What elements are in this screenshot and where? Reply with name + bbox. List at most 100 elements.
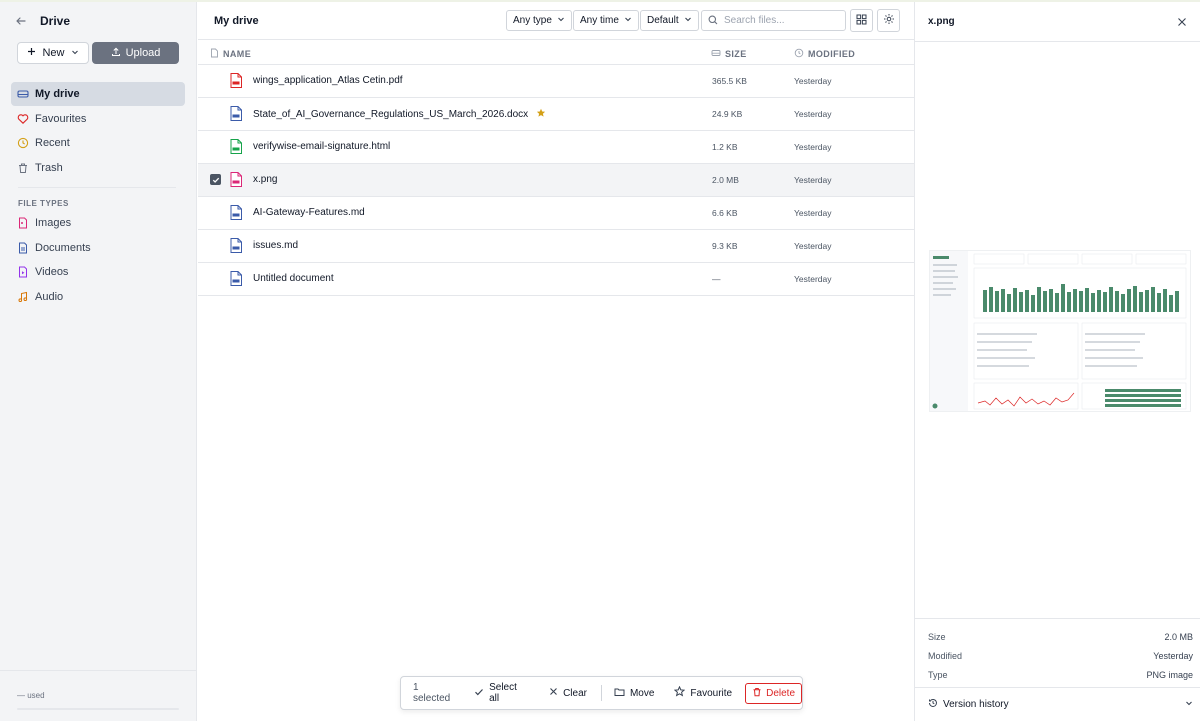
time-filter-label: Any time	[580, 15, 619, 26]
file-name-text: Untitled document	[253, 273, 334, 284]
sidebar-item-label: My drive	[35, 88, 80, 100]
file-name-text: issues.md	[253, 240, 299, 251]
move-label: Move	[629, 687, 655, 699]
file-row[interactable]: issues.md 9.3 KB Yesterday	[198, 230, 914, 263]
selection-count: 1 selected	[413, 682, 451, 704]
sidebar-item-images[interactable]: Images	[11, 211, 185, 235]
sidebar-nav: My drive Favourites Recent Trash	[11, 82, 185, 180]
file-types-heading: FILE TYPES	[18, 199, 69, 208]
dashboard-screenshot-thumbnail	[930, 251, 1190, 411]
file-row[interactable]: Untitled document — Yesterday	[198, 263, 914, 296]
file-name-text: verifywise-email-signature.html	[253, 141, 391, 152]
file-size: 365.5 KB	[712, 76, 747, 86]
plus-icon	[27, 47, 36, 59]
size-column-header[interactable]: SIZE	[711, 48, 747, 60]
file-name-text: x.png	[253, 174, 278, 185]
file-name: verifywise-email-signature.html	[253, 141, 390, 152]
file-row[interactable]: State_of_AI_Governance_Regulations_US_Ma…	[198, 98, 914, 131]
sidebar-item-recent[interactable]: Recent	[11, 131, 185, 155]
file-row[interactable]: AI-Gateway-Features.md 6.6 KB Yesterday	[198, 197, 914, 230]
file-name: x.png	[253, 174, 277, 185]
name-column-label: NAME	[223, 49, 252, 59]
sidebar-item-trash[interactable]: Trash	[11, 156, 185, 180]
details-divider	[915, 618, 1200, 619]
sort-label: Default	[647, 15, 679, 26]
file-modified: Yesterday	[794, 142, 832, 152]
sidebar-footer-divider	[0, 670, 197, 671]
back-arrow-icon[interactable]	[14, 14, 28, 28]
meta-row-type: Type PNG image	[928, 670, 1193, 680]
modified-column-header[interactable]: MODIFIED	[794, 48, 855, 60]
type-filter-dropdown[interactable]: Any type	[506, 10, 572, 31]
main-toolbar: My drive Any type Any time Default	[198, 2, 914, 40]
row-checkbox[interactable]	[210, 174, 221, 185]
version-history-toggle[interactable]: Version history	[928, 698, 1193, 711]
file-name-text: wings_application_Atlas Cetin.pdf	[253, 75, 403, 86]
file-size: —	[712, 274, 721, 284]
meta-row-modified: Modified Yesterday	[928, 651, 1193, 661]
search-input[interactable]	[724, 15, 834, 26]
document-file-icon	[17, 242, 29, 254]
file-size: 9.3 KB	[712, 241, 738, 251]
name-column-header[interactable]: NAME	[210, 48, 251, 60]
file-name-text: State_of_AI_Governance_Regulations_US_Ma…	[253, 109, 529, 120]
settings-button[interactable]	[877, 9, 900, 32]
chevron-down-icon	[624, 15, 632, 26]
grid-view-button[interactable]	[850, 9, 873, 32]
file-row[interactable]: verifywise-email-signature.html 1.2 KB Y…	[198, 131, 914, 164]
chevron-down-icon	[71, 47, 79, 59]
new-button-label: New	[42, 47, 65, 59]
version-history-label: Version history	[943, 699, 1009, 710]
sidebar-item-label: Documents	[35, 241, 91, 254]
sidebar: Drive New Upload My drive Favourites Rec…	[0, 2, 197, 721]
sidebar-divider	[18, 187, 176, 188]
md-file-icon	[230, 238, 242, 253]
folder-icon	[614, 687, 625, 700]
clock-icon	[17, 137, 29, 149]
trash-icon	[752, 687, 762, 700]
file-row[interactable]: wings_application_Atlas Cetin.pdf 365.5 …	[198, 65, 914, 98]
image-preview	[929, 250, 1191, 412]
delete-button[interactable]: Delete	[745, 682, 802, 704]
sidebar-item-favourites[interactable]: Favourites	[11, 107, 185, 131]
file-size: 24.9 KB	[712, 109, 743, 119]
star-outline-icon	[674, 685, 686, 700]
file-size: 2.0 MB	[712, 175, 739, 185]
move-button[interactable]: Move	[614, 687, 654, 700]
sidebar-item-documents[interactable]: Documents	[11, 236, 185, 260]
sidebar-header: Drive	[0, 2, 197, 40]
star-icon[interactable]	[536, 108, 546, 121]
file-modified: Yesterday	[794, 208, 832, 218]
select-all-button[interactable]: Select all	[474, 682, 529, 704]
close-icon[interactable]	[1176, 16, 1188, 28]
details-panel: x.png Size 2.0 MB Modified Yesterday Typ…	[914, 2, 1200, 721]
sidebar-item-label: Audio	[35, 290, 64, 303]
upload-button[interactable]: Upload	[92, 42, 179, 64]
storage-usage-text: — used	[17, 691, 45, 700]
md-file-icon	[230, 205, 242, 220]
meta-key: Modified	[928, 651, 963, 661]
image-file-icon	[17, 217, 29, 229]
file-list: wings_application_Atlas Cetin.pdf 365.5 …	[198, 65, 914, 296]
sort-dropdown[interactable]: Default	[640, 10, 699, 31]
music-icon	[17, 291, 29, 303]
file-outline-icon	[210, 48, 219, 60]
sidebar-item-audio[interactable]: Audio	[11, 285, 185, 309]
sidebar-item-my-drive[interactable]: My drive	[11, 82, 185, 106]
modified-column-label: MODIFIED	[808, 49, 856, 59]
favourite-button[interactable]: Favourite	[674, 685, 732, 700]
sidebar-item-videos[interactable]: Videos	[11, 260, 185, 284]
storage-usage-bar	[17, 708, 179, 710]
checkmark-icon	[474, 687, 484, 700]
heart-icon	[17, 113, 29, 125]
file-row[interactable]: x.png 2.0 MB Yesterday	[198, 164, 914, 197]
delete-label: Delete	[766, 687, 795, 699]
time-filter-dropdown[interactable]: Any time	[573, 10, 639, 31]
new-button[interactable]: New	[17, 42, 89, 64]
chevron-down-icon	[1185, 699, 1193, 710]
page-title: My drive	[214, 15, 259, 27]
sidebar-item-label: Images	[35, 217, 72, 229]
clear-button[interactable]: Clear	[549, 687, 587, 699]
file-name: Untitled document	[253, 273, 334, 284]
file-name: State_of_AI_Governance_Regulations_US_Ma…	[253, 108, 546, 121]
